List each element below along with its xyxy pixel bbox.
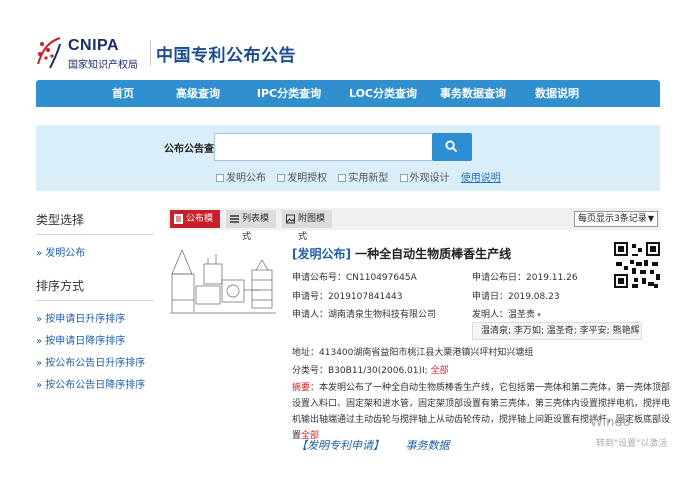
abstract-text: 本发明公布了一种全自动生物质棒香生产线，它包括第一壳体和第二壳体，第一壳体顶部设… bbox=[292, 383, 671, 441]
pub-date: 申请公布日：2019.11.26 bbox=[472, 273, 578, 283]
image-icon bbox=[286, 214, 295, 224]
sort-pub-date-asc[interactable]: » 按公布公告日升序排序 bbox=[36, 353, 154, 375]
checkbox-icon[interactable] bbox=[216, 174, 224, 182]
pub-number: 申请公布号：CN110497645A bbox=[292, 273, 417, 283]
main-nav: 首页 高级查询 IPC分类查询 LOC分类查询 事务数据查询 数据说明 bbox=[36, 80, 660, 107]
inventors-dropdown: 温清泉; 李万如; 温圣奇; 李平安; 熊艳辉 bbox=[472, 322, 642, 340]
logo-text-cn: 国家知识产权局 bbox=[68, 60, 138, 71]
cnipa-logo[interactable]: CNIPA 国家知识产权局 bbox=[36, 34, 148, 74]
view-image-mode-button[interactable]: 附图模式 bbox=[282, 210, 332, 242]
usage-help-link[interactable]: 使用说明 bbox=[461, 173, 501, 184]
result-links: 【发明专利申请】 事务数据 bbox=[296, 437, 468, 453]
document-icon bbox=[174, 214, 183, 224]
affairs-data-link[interactable]: 事务数据 bbox=[406, 439, 450, 452]
checkbox-icon[interactable] bbox=[338, 174, 347, 182]
header-divider bbox=[150, 40, 151, 66]
windows-watermark: Windo bbox=[590, 415, 631, 430]
logo-text-en: CNIPA bbox=[68, 37, 120, 54]
abstract: 摘要：本发明公布了一种全自动生物质棒香生产线，它包括第一壳体和第二壳体，第一壳体… bbox=[292, 380, 672, 444]
sort-heading: 排序方式 bbox=[36, 271, 154, 301]
search-input[interactable] bbox=[214, 133, 460, 161]
per-page-select[interactable]: 每页显示3条记录 ▼ bbox=[574, 211, 658, 227]
nav-advanced-search[interactable]: 高级查询 bbox=[162, 80, 234, 107]
qr-code bbox=[612, 240, 662, 300]
type-filters: 发明公布 发明授权 实用新型 外观设计 使用说明 bbox=[216, 169, 501, 184]
view-publication-mode-button[interactable]: 公布模式 bbox=[170, 210, 220, 242]
nav-data-description[interactable]: 数据说明 bbox=[524, 80, 590, 107]
address: 地址：413400湖南省益阳市桃江县大栗港镇兴坪村知兴塘组 bbox=[292, 348, 534, 358]
search-panel: 公布公告查询 发明公布 发明授权 实用新型 外观设计 使用说明 bbox=[36, 125, 660, 191]
sidebar: 类型选择 » 发明公布 排序方式 » 按申请日升序排序 » 按申请日降序排序 »… bbox=[36, 205, 154, 397]
nav-affairs-search[interactable]: 事务数据查询 bbox=[430, 80, 516, 107]
applicant: 申请人：湖南清泉生物科技有限公司 bbox=[292, 310, 437, 320]
chevron-down-icon: ▼ bbox=[647, 214, 654, 223]
result-toolbar: 公布模式 列表模式 附图模式 每页显示3条记录 ▼ bbox=[168, 208, 660, 242]
filter-invention-grant[interactable]: 发明授权 bbox=[277, 169, 327, 184]
search-icon bbox=[445, 140, 458, 153]
nav-loc-search[interactable]: LOC分类查询 bbox=[340, 80, 426, 107]
site-title: 中国专利公布公告 bbox=[156, 46, 296, 66]
checkbox-icon[interactable] bbox=[399, 174, 408, 182]
filter-invention-publication[interactable]: 发明公布 bbox=[216, 169, 266, 184]
filter-utility-model[interactable]: 实用新型 bbox=[338, 169, 388, 184]
nav-ipc-search[interactable]: IPC分类查询 bbox=[246, 80, 332, 107]
sort-app-date-asc[interactable]: » 按申请日升序排序 bbox=[36, 309, 154, 331]
class-all-link[interactable]: 全部 bbox=[431, 366, 449, 376]
list-icon bbox=[230, 215, 239, 223]
abstract-label: 摘要： bbox=[292, 383, 320, 393]
view-list-mode-button[interactable]: 列表模式 bbox=[226, 210, 276, 242]
sort-pub-date-desc[interactable]: » 按公布公告日降序排序 bbox=[36, 375, 154, 397]
patent-application-link[interactable]: 【发明专利申请】 bbox=[296, 439, 384, 452]
nav-home[interactable]: 首页 bbox=[98, 80, 148, 107]
checkbox-icon[interactable] bbox=[277, 174, 286, 182]
sort-app-date-desc[interactable]: » 按申请日降序排序 bbox=[36, 331, 154, 353]
windows-watermark-sub: 转到"设置"以激活 bbox=[596, 439, 668, 449]
app-date: 申请日：2019.08.23 bbox=[472, 292, 560, 302]
chevron-down-icon: ▾ bbox=[535, 311, 541, 319]
filter-design[interactable]: 外观设计 bbox=[399, 169, 450, 184]
patent-drawing-thumbnail[interactable] bbox=[168, 240, 278, 316]
sidebar-item-invention-publication[interactable]: » 发明公布 bbox=[36, 243, 154, 265]
search-button[interactable] bbox=[432, 133, 472, 161]
result-title-link[interactable]: [发明公布] 一种全自动生物质棒香生产线 bbox=[292, 245, 511, 262]
app-number: 申请号：2019107841443 bbox=[292, 292, 403, 302]
type-select-heading: 类型选择 bbox=[36, 205, 154, 235]
inventor[interactable]: 发明人：温圣贵 ▾ bbox=[472, 307, 541, 320]
cnipa-emblem-icon bbox=[37, 37, 61, 69]
header: CNIPA 国家知识产权局 中国专利公布公告 bbox=[0, 0, 700, 78]
classification: 分类号：B30B11/30(2006.01)I; 全部 bbox=[292, 366, 449, 376]
